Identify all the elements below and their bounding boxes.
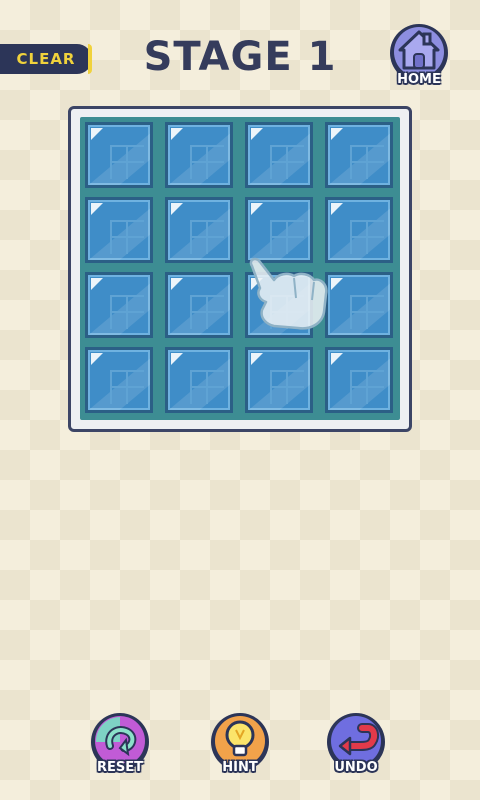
tile-r4-c3[interactable] <box>245 347 313 413</box>
tile-r1-c4[interactable] <box>325 122 393 188</box>
tile-r2-c1[interactable] <box>85 197 153 263</box>
home-label: HOME <box>397 72 441 87</box>
hint-label: HINT <box>222 760 258 775</box>
home-button[interactable]: HOME <box>388 22 450 92</box>
tile-r3-c2[interactable] <box>165 272 233 338</box>
undo-button[interactable]: UNDO <box>324 712 388 778</box>
tile-r3-c1[interactable] <box>85 272 153 338</box>
tile-r1-c2[interactable] <box>165 122 233 188</box>
tile-r2-c2[interactable] <box>165 197 233 263</box>
tile-r4-c1[interactable] <box>85 347 153 413</box>
reset-label: RESET <box>96 760 143 775</box>
game-board <box>68 106 412 432</box>
pointing-hand-icon <box>244 254 330 332</box>
tile-r4-c2[interactable] <box>165 347 233 413</box>
tile-r2-c4[interactable] <box>325 197 393 263</box>
tile-r3-c4[interactable] <box>325 272 393 338</box>
tile-r4-c4[interactable] <box>325 347 393 413</box>
hint-button[interactable]: HINT <box>208 712 272 778</box>
reset-button[interactable]: RESET <box>88 712 152 778</box>
undo-label: UNDO <box>334 760 378 775</box>
tile-grid <box>80 117 400 420</box>
tile-r1-c3[interactable] <box>245 122 313 188</box>
tile-r1-c1[interactable] <box>85 122 153 188</box>
